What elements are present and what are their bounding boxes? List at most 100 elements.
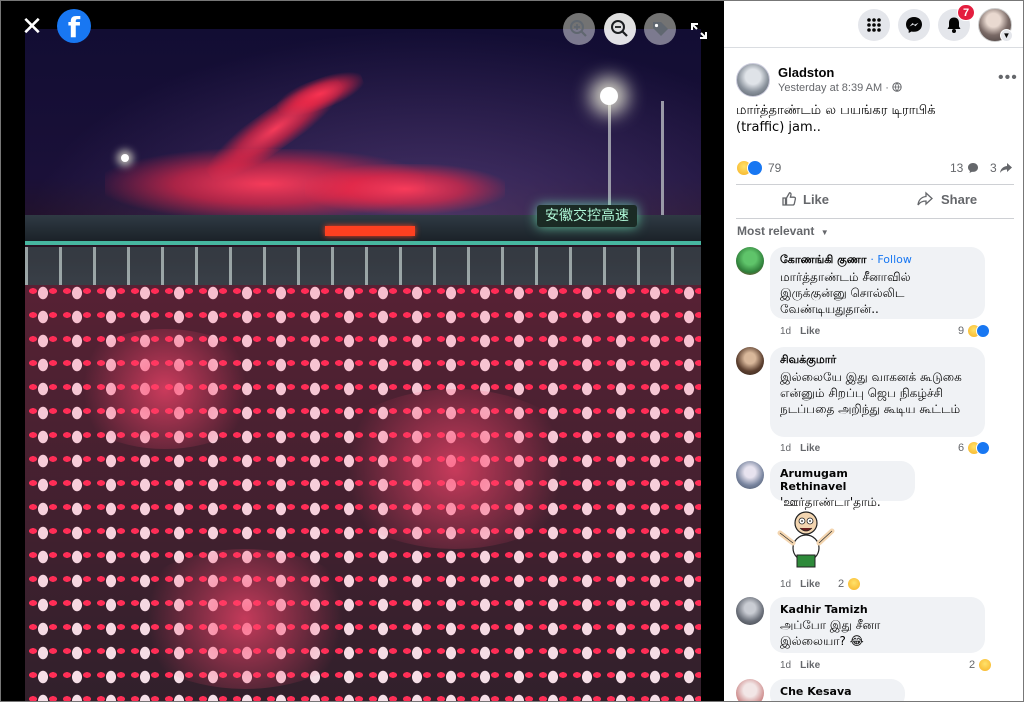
comment-reaction-count: 9 <box>958 324 965 337</box>
divider <box>736 218 1014 219</box>
like-reaction-icon <box>976 324 991 338</box>
comment-like-button[interactable]: Like <box>800 443 820 454</box>
share-label: Share <box>941 192 978 207</box>
caret-down-icon: ▼ <box>820 228 829 237</box>
comment-item: சிவக்குமார் இல்லையே இது வாகனக் கூடுகை என… <box>736 347 1016 457</box>
post-photo[interactable]: 安徽交控高速 <box>25 29 701 701</box>
share-arrow-icon <box>917 191 933 206</box>
comment-meta: 1d Like <box>780 579 820 590</box>
photo-viewer: 安徽交控高速 ✕ f <box>1 1 724 701</box>
commenter-name-line: கோணங்கி குணா · Follow <box>780 253 975 268</box>
commenter-avatar[interactable] <box>736 347 764 375</box>
haha-reaction-icon <box>978 658 993 672</box>
comment-time[interactable]: 1d <box>780 326 791 337</box>
zoom-in-icon[interactable] <box>563 13 595 45</box>
haha-reaction-icon <box>847 577 862 591</box>
like-reaction-icon <box>976 441 991 455</box>
divider <box>724 47 1023 48</box>
close-icon[interactable]: ✕ <box>19 13 45 39</box>
chevron-down-icon[interactable]: ▼ <box>1000 29 1013 42</box>
author-avatar[interactable] <box>736 63 770 97</box>
share-count[interactable]: 3 <box>990 161 997 175</box>
comment-text: மார்த்தாண்டம் சீனாவில் இருக்குன்னு சொல்ல… <box>780 270 911 316</box>
cartoon-sticker <box>777 511 835 568</box>
thumbs-up-icon <box>782 192 797 206</box>
share-icon <box>1000 163 1012 173</box>
comment-sort-dropdown[interactable]: Most relevant ▼ <box>737 224 829 238</box>
top-navigation: 7 ▼ <box>724 1 1023 47</box>
commenter-avatar[interactable] <box>736 597 764 625</box>
fullscreen-icon[interactable] <box>689 21 709 41</box>
toll-plaza-sign: 安徽交控高速 <box>537 205 637 227</box>
comment-item: கோணங்கி குணா · Follow மார்த்தாண்டம் சீனா… <box>736 247 1016 340</box>
comment-like-button[interactable]: Like <box>800 660 820 671</box>
notification-badge: 7 <box>957 4 975 21</box>
comment-time[interactable]: 1d <box>780 443 791 454</box>
highway-traffic-stream <box>305 164 505 214</box>
comment-item: Kadhir Tamizh அப்போ இது சீனா இல்லையா? 😂 … <box>736 597 1016 677</box>
comment-bubble: கோணங்கி குணா · Follow மார்த்தாண்டம் சீனா… <box>770 247 985 319</box>
divider <box>736 184 1014 185</box>
follow-label: Follow <box>877 253 912 266</box>
tag-icon[interactable] <box>644 13 676 45</box>
commenter-name[interactable]: சிவக்குமார் <box>780 353 975 368</box>
comment-like-button[interactable]: Like <box>800 326 820 337</box>
comment-reaction-count: 6 <box>958 441 965 454</box>
comment-time[interactable]: 1d <box>780 579 791 590</box>
facebook-logo-icon[interactable]: f <box>57 9 91 44</box>
street-light <box>121 154 129 162</box>
zoom-out-icon[interactable] <box>604 13 636 45</box>
comment-meta: 1d Like <box>780 326 820 337</box>
light-pole <box>608 104 611 214</box>
like-label: Like <box>803 192 830 207</box>
follow-link[interactable]: · Follow <box>870 253 912 266</box>
commenter-avatar[interactable] <box>736 461 764 489</box>
comment-text: அப்போ இது சீனா இல்லையா? 😂 <box>780 618 881 648</box>
post-time-text[interactable]: Yesterday at 8:39 AM · <box>778 82 892 94</box>
commenter-avatar[interactable] <box>736 247 764 275</box>
toll-led-sign <box>325 226 415 236</box>
comment-item: Arumugam Rethinavel 'ஊர்தாண்டா'தாம். 1d L… <box>736 461 1016 591</box>
comment-text: இல்லையே இது வாகனக் கூடுகை என்னும் சிறப்ப… <box>780 370 962 416</box>
post-sidebar: 7 ▼ Gladston Yesterday at 8:39 AM · ••• … <box>724 1 1023 701</box>
comment-item: Che Kesava <box>736 679 1016 701</box>
comment-bubble: Arumugam Rethinavel 'ஊர்தாண்டா'தாம். <box>770 461 915 509</box>
share-button[interactable]: Share <box>917 191 977 213</box>
post-header: Gladston Yesterday at 8:39 AM · ••• <box>736 61 1018 101</box>
light-pole <box>661 101 664 221</box>
tail-light-cluster <box>65 329 265 449</box>
messenger-icon[interactable] <box>898 9 930 41</box>
globe-icon <box>892 82 902 92</box>
comment-reactions[interactable]: 6 <box>958 441 991 457</box>
tail-light-cluster <box>325 389 585 549</box>
commenter-name[interactable]: Che Kesava <box>780 685 895 698</box>
post-text: மார்த்தாண்டம் ல பயங்கர டிராபிக் (traffic… <box>736 103 936 135</box>
comment-reaction-count: 2 <box>838 577 845 590</box>
comment-bubble: Che Kesava <box>770 679 905 701</box>
more-options-icon[interactable]: ••• <box>998 69 1018 87</box>
comment-sort-label: Most relevant <box>737 224 815 238</box>
reaction-count[interactable]: 79 <box>768 161 781 175</box>
comment-meta: 1d Like <box>780 443 820 454</box>
author-name[interactable]: Gladston <box>778 65 834 80</box>
menu-grid-icon[interactable] <box>858 9 890 41</box>
street-light <box>600 87 618 105</box>
post-timestamp[interactable]: Yesterday at 8:39 AM · <box>778 82 902 94</box>
commenter-name[interactable]: Kadhir Tamizh <box>780 603 975 616</box>
comment-reactions[interactable]: 9 <box>958 324 991 340</box>
comment-icon <box>968 163 978 173</box>
comment-like-button[interactable]: Like <box>800 579 820 590</box>
like-button[interactable]: Like <box>781 191 829 213</box>
commenter-avatar[interactable] <box>736 679 764 701</box>
comment-reactions[interactable]: 2 <box>838 577 862 593</box>
comment-count[interactable]: 13 <box>950 161 963 175</box>
comment-bubble: சிவக்குமார் இல்லையே இது வாகனக் கூடுகை என… <box>770 347 985 437</box>
comment-time[interactable]: 1d <box>780 660 791 671</box>
like-reaction-icon[interactable] <box>747 160 763 176</box>
commenter-name[interactable]: Arumugam Rethinavel <box>780 467 905 493</box>
comment-reactions[interactable]: 2 <box>969 658 993 674</box>
post-stats: 79 13 3 <box>736 159 1016 179</box>
comment-meta: 1d Like <box>780 660 820 671</box>
commenter-name[interactable]: கோணங்கி குணா <box>780 253 867 266</box>
tail-light-cluster <box>125 549 365 689</box>
